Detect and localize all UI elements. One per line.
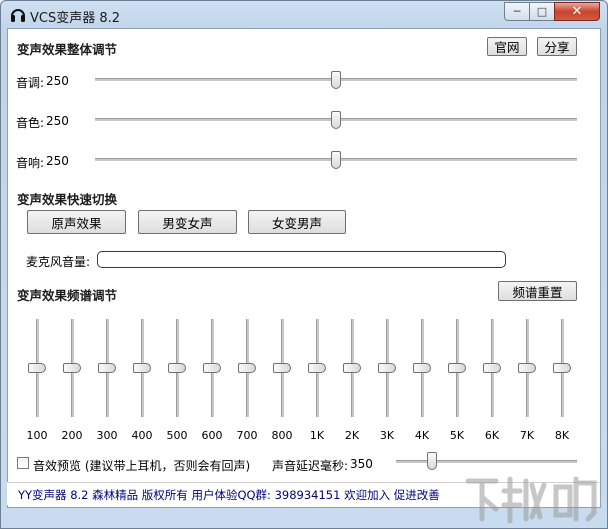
official-site-button[interactable]: 官网	[487, 37, 527, 56]
headphones-icon	[11, 9, 25, 22]
eq-band-label: 800	[271, 429, 293, 442]
eq-slider-thumb[interactable]	[413, 363, 431, 373]
eq-slider-thumb[interactable]	[203, 363, 221, 373]
eq-slider-thumb[interactable]	[98, 363, 116, 373]
delay-slider-thumb[interactable]	[427, 452, 438, 470]
eq-band-label: 100	[26, 429, 48, 442]
overall-heading: 变声效果整体调节	[17, 42, 118, 57]
eq-band-label: 600	[201, 429, 223, 442]
delay-value: 350	[350, 457, 373, 471]
reverb-label: 音响:	[16, 156, 45, 170]
eq-reset-button[interactable]: 频谱重置	[498, 281, 577, 301]
close-button[interactable]: ✕	[554, 2, 600, 21]
eq-slider-thumb[interactable]	[518, 363, 536, 373]
male-to-female-button[interactable]: 男变女声	[138, 210, 237, 234]
eq-slider-thumb[interactable]	[483, 363, 501, 373]
reverb-value: 250	[46, 154, 69, 168]
eq-slider-thumb[interactable]	[343, 363, 361, 373]
maximize-button[interactable]: □	[529, 2, 555, 21]
eq-band-label: 500	[166, 429, 188, 442]
eq-band-label: 700	[236, 429, 258, 442]
eq-band-label: 300	[96, 429, 118, 442]
eq-band-label: 8K	[554, 429, 570, 442]
original-voice-button[interactable]: 原声效果	[27, 210, 126, 234]
eq-slider-thumb[interactable]	[448, 363, 466, 373]
mic-volume-label: 麦克风音量:	[26, 255, 91, 269]
mic-volume-meter	[97, 251, 506, 268]
eq-band-label: 3K	[379, 429, 395, 442]
preview-checkbox[interactable]	[17, 457, 29, 469]
eq-slider-thumb[interactable]	[28, 363, 46, 373]
pitch-value: 250	[46, 74, 69, 88]
eq-slider-thumb[interactable]	[273, 363, 291, 373]
timbre-slider-thumb[interactable]	[331, 111, 341, 129]
female-to-male-button[interactable]: 女变男声	[248, 210, 346, 234]
eq-slider-thumb[interactable]	[308, 363, 326, 373]
eq-band-label: 200	[61, 429, 83, 442]
watermark-logo	[465, 476, 597, 524]
eq-slider-thumb[interactable]	[238, 363, 256, 373]
eq-slider-thumb[interactable]	[63, 363, 81, 373]
delay-label: 声音延迟毫秒:	[272, 459, 349, 473]
eq-band-label: 4K	[414, 429, 430, 442]
eq-band-label: 7K	[519, 429, 535, 442]
eq-band-label: 2K	[344, 429, 360, 442]
timbre-label: 音色:	[16, 116, 45, 130]
status-text: YY变声器 8.2 森林精品 版权所有 用户体验QQ群: 398934151 欢…	[18, 488, 440, 502]
title-bar[interactable]: VCS变声器 8.2 ─ □ ✕	[1, 1, 607, 29]
eq-band-label: 1K	[309, 429, 325, 442]
eq-slider-thumb[interactable]	[553, 363, 571, 373]
pitch-label: 音调:	[16, 76, 45, 90]
minimize-button[interactable]: ─	[504, 2, 530, 21]
eq-slider-thumb[interactable]	[378, 363, 396, 373]
eq-slider-thumb[interactable]	[133, 363, 151, 373]
eq-band-label: 400	[131, 429, 153, 442]
eq-band-label: 6K	[484, 429, 500, 442]
pitch-slider-thumb[interactable]	[331, 71, 341, 89]
timbre-value: 250	[46, 114, 69, 128]
reverb-slider-thumb[interactable]	[331, 151, 341, 169]
quick-switch-heading: 变声效果快速切换	[17, 192, 118, 207]
eq-band-label: 5K	[449, 429, 465, 442]
eq-heading: 变声效果频谱调节	[17, 288, 118, 303]
share-button[interactable]: 分享	[537, 37, 577, 56]
delay-slider-track[interactable]	[396, 460, 577, 463]
eq-slider-thumb[interactable]	[168, 363, 186, 373]
preview-label: 音效预览 (建议带上耳机，否则会有回声)	[33, 459, 251, 473]
window-title: VCS变声器 8.2	[30, 11, 121, 26]
